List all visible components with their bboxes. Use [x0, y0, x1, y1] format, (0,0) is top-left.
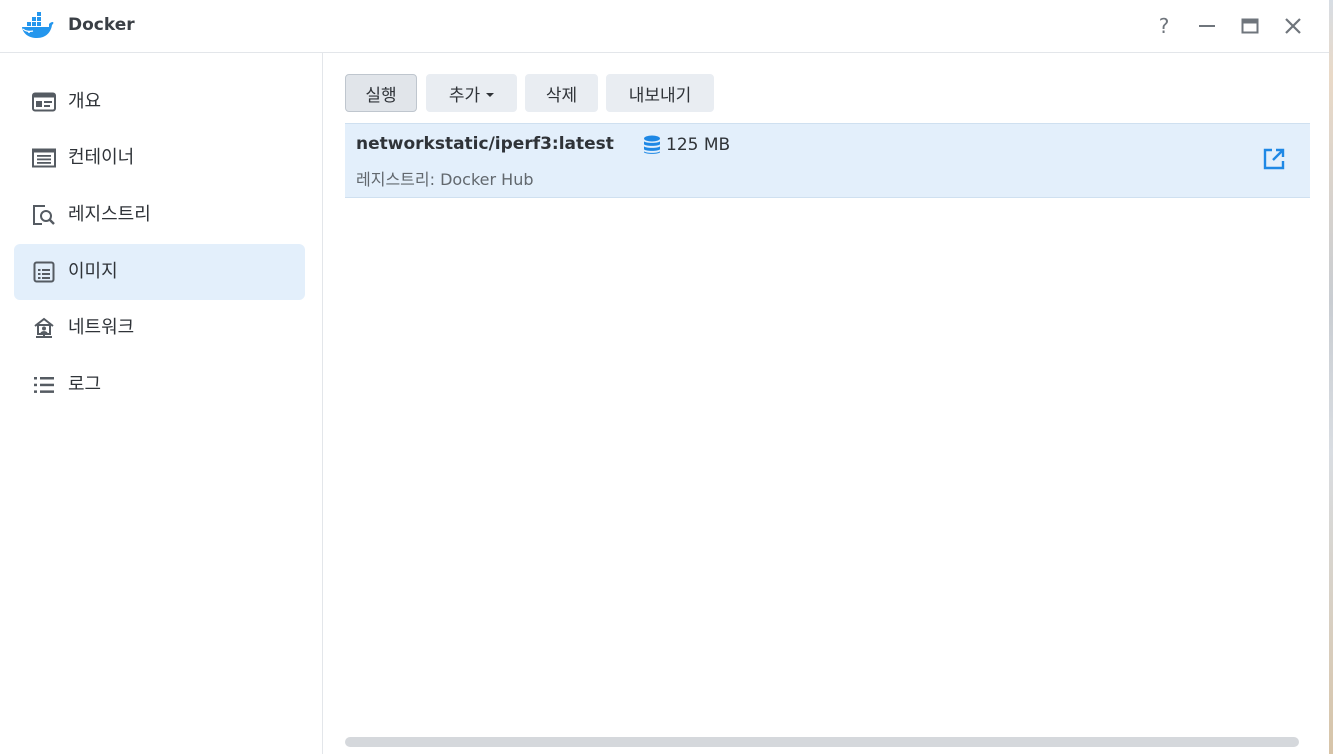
- minimize-icon: [1199, 25, 1215, 27]
- close-button[interactable]: [1280, 13, 1306, 39]
- help-button[interactable]: ?: [1151, 13, 1177, 39]
- database-icon: [644, 135, 660, 154]
- app-title: Docker: [68, 15, 135, 35]
- image-list: networkstatic/iperf3:latest 125 MB 레지스트리…: [345, 123, 1310, 198]
- sidebar-item-overview[interactable]: 개요: [14, 74, 305, 130]
- image-name: networkstatic/iperf3:latest: [356, 134, 614, 154]
- docker-logo-icon: [22, 12, 54, 38]
- sidebar-item-label: 이미지: [68, 261, 118, 282]
- log-list-icon: [32, 373, 56, 397]
- run-button-label: 실행: [365, 85, 397, 106]
- help-icon: ?: [1158, 14, 1170, 38]
- main-panel: 실행 추가 삭제 내보내기 networkstatic/iperf3:lates…: [323, 53, 1329, 754]
- maximize-button[interactable]: [1237, 13, 1263, 39]
- sidebar-item-label: 컨테이너: [68, 147, 135, 168]
- sidebar-item-label: 로그: [68, 374, 102, 395]
- docker-window: Docker ? 개요 컨테이너 레지스트리 이미지 네트워크 로그 실행 추가…: [0, 0, 1330, 754]
- sidebar-item-label: 레지스트리: [68, 204, 151, 225]
- network-icon: [32, 316, 56, 340]
- image-size: 125 MB: [666, 135, 731, 155]
- external-link-icon[interactable]: [1262, 147, 1286, 171]
- sidebar-item-registry[interactable]: 레지스트리: [14, 187, 305, 243]
- registry-search-icon: [32, 203, 56, 227]
- sidebar-item-label: 개요: [68, 91, 102, 112]
- container-icon: [32, 146, 56, 170]
- sidebar-item-image[interactable]: 이미지: [14, 244, 305, 300]
- sidebar-item-network[interactable]: 네트워크: [14, 300, 305, 356]
- desktop-edge: [1329, 0, 1333, 754]
- list-item[interactable]: networkstatic/iperf3:latest 125 MB 레지스트리…: [345, 123, 1310, 198]
- sidebar-item-label: 네트워크: [68, 317, 135, 338]
- sidebar-item-container[interactable]: 컨테이너: [14, 130, 305, 186]
- minimize-button[interactable]: [1194, 13, 1220, 39]
- overview-icon: [32, 90, 56, 114]
- title-bar: Docker ?: [0, 0, 1329, 53]
- horizontal-scrollbar[interactable]: [345, 737, 1299, 747]
- export-button[interactable]: 내보내기: [606, 74, 714, 112]
- delete-button-label: 삭제: [545, 85, 578, 106]
- add-button[interactable]: 추가: [426, 74, 517, 112]
- close-icon: [1285, 18, 1301, 34]
- run-button[interactable]: 실행: [345, 74, 417, 112]
- sidebar-item-log[interactable]: 로그: [14, 357, 305, 413]
- image-registry: 레지스트리: Docker Hub: [356, 170, 534, 189]
- image-icon: [32, 260, 56, 284]
- image-size-group: 125 MB: [643, 135, 730, 155]
- export-button-label: 내보내기: [628, 85, 692, 106]
- delete-button[interactable]: 삭제: [525, 74, 598, 112]
- caret-down-icon: [486, 92, 495, 97]
- add-button-label: 추가: [448, 85, 481, 106]
- maximize-icon: [1241, 18, 1259, 34]
- sidebar: 개요 컨테이너 레지스트리 이미지 네트워크 로그: [0, 53, 323, 754]
